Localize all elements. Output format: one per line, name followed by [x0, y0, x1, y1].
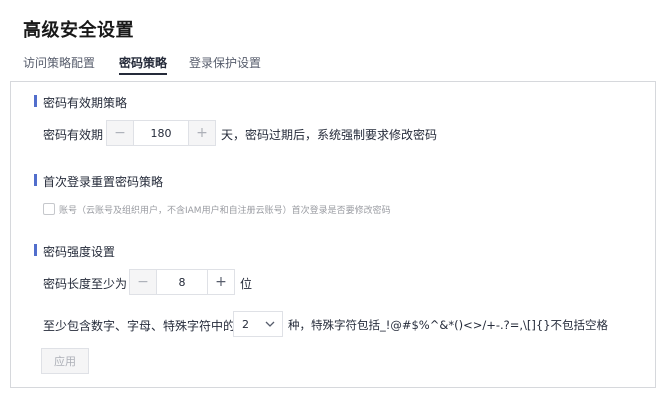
apply-button[interactable]: 应用 — [41, 348, 89, 374]
chevron-down-icon — [265, 321, 275, 327]
validity-value-input[interactable]: 180 — [133, 121, 189, 145]
first-login-reset-label: 账号（云账号及组织用户，不含IAM用户和自注册云账号）首次登录是否要修改密码 — [59, 206, 391, 216]
section-title-strength-text: 密码强度设置 — [43, 245, 116, 259]
min-length-stepper: − 8 + — [129, 269, 235, 295]
char-types-selected-value: 2 — [242, 318, 249, 331]
min-length-value-input[interactable]: 8 — [156, 270, 208, 294]
tab-password-policy-label: 密码策略 — [119, 56, 168, 70]
tab-password-policy[interactable]: 密码策略 — [119, 54, 168, 75]
section-title-validity-text: 密码有效期策略 — [43, 96, 128, 110]
section-accent-bar — [34, 95, 37, 107]
tab-access-policy[interactable]: 访问策略配置 — [23, 54, 95, 71]
tab-login-protection[interactable]: 登录保护设置 — [189, 54, 261, 71]
min-length-increment-button[interactable]: + — [208, 270, 234, 294]
policy-panel: 密码有效期策略 密码有效期 − 180 + 天，密码过期后，系统强制要求修改密码… — [10, 81, 656, 388]
validity-label: 密码有效期 — [43, 128, 104, 142]
section-title-first-login-text: 首次登录重置密码策略 — [43, 175, 164, 189]
char-types-suffix: 种，特殊字符包括_!@#$%^&*()<>/+-.?=,\[]{}不包括空格 — [288, 318, 609, 332]
min-length-decrement-button[interactable]: − — [130, 270, 156, 294]
validity-suffix-text: 天，密码过期后，系统强制要求修改密码 — [221, 128, 438, 142]
min-length-unit: 位 — [240, 277, 253, 291]
active-tab-indicator — [119, 73, 168, 75]
section-accent-bar — [34, 244, 37, 256]
section-title-strength: 密码强度设置 — [34, 243, 116, 260]
validity-increment-button[interactable]: + — [189, 121, 215, 145]
first-login-reset-checkbox[interactable] — [43, 203, 55, 215]
validity-stepper: − 180 + — [106, 120, 216, 146]
section-title-validity: 密码有效期策略 — [34, 94, 128, 111]
section-accent-bar — [34, 174, 37, 186]
char-types-select[interactable]: 2 — [233, 311, 283, 337]
section-title-first-login: 首次登录重置密码策略 — [34, 173, 164, 190]
validity-decrement-button[interactable]: − — [107, 121, 133, 145]
page-title: 高级安全设置 — [23, 20, 134, 41]
char-types-prefix: 至少包含数字、字母、特殊字符中的 — [43, 319, 236, 333]
security-settings-page: 高级安全设置 访问策略配置 密码策略 登录保护设置 密码有效期策略 密码有效期 … — [0, 0, 667, 401]
min-length-label: 密码长度至少为 — [43, 277, 128, 291]
